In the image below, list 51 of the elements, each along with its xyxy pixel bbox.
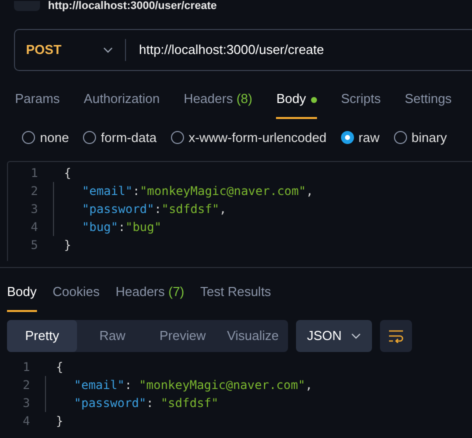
format-dropdown[interactable]: JSON xyxy=(296,320,372,352)
view-mode-tab[interactable]: Raw xyxy=(77,320,148,352)
radio-option[interactable]: binary xyxy=(394,128,447,147)
radio-option[interactable]: x-www-form-urlencoded xyxy=(170,128,327,147)
radio-button[interactable] xyxy=(22,130,35,144)
tab[interactable]: Cookies xyxy=(52,280,100,312)
tab[interactable]: Test Results xyxy=(200,280,272,312)
radio-option[interactable]: raw xyxy=(340,128,380,147)
wrap-button[interactable] xyxy=(380,320,412,352)
tab[interactable]: Settings xyxy=(404,87,452,118)
line-number: 3 xyxy=(30,201,39,218)
tab[interactable]: Authorization xyxy=(84,87,160,118)
radio-option[interactable]: form-data xyxy=(82,128,157,147)
view-mode-tab[interactable]: Visualize xyxy=(218,320,288,352)
code-line: "bug":"bug" xyxy=(81,219,162,236)
radio-option[interactable]: none xyxy=(22,128,69,147)
radio-button[interactable] xyxy=(394,130,406,144)
radio-button[interactable] xyxy=(82,130,96,144)
line-number: 1 xyxy=(22,358,31,376)
line-number: 2 xyxy=(22,376,31,394)
url-bar[interactable]: POST http://localhost:3000/user/create xyxy=(14,29,472,71)
radio-button[interactable] xyxy=(170,130,184,144)
method-dropdown[interactable]: POST xyxy=(15,40,125,60)
tab[interactable]: Body xyxy=(7,280,37,312)
tab[interactable]: Headers (7) xyxy=(116,280,184,312)
code-line: "email":"monkeyMagic@naver.com", xyxy=(81,183,314,200)
code-line: { xyxy=(64,165,72,182)
line-number: 4 xyxy=(30,219,39,236)
code-line: } xyxy=(64,237,72,254)
line-number: 5 xyxy=(30,237,39,254)
line-number: 3 xyxy=(22,394,31,412)
code-line: "email": "monkeyMagic@naver.com", xyxy=(73,376,312,394)
chevron-down-icon xyxy=(351,332,361,338)
request-editor[interactable]: 1 { 2 "email":"monkeyMagic@naver.com", 3 "password":"sdfdsf", 4 "bug":"bug" 5 } xyxy=(7,161,472,261)
tab[interactable]: Scripts xyxy=(340,87,381,118)
wrap-lines-icon xyxy=(388,328,404,342)
window-title: http://localhost:3000/user/create xyxy=(48,0,217,12)
line-number: 2 xyxy=(30,183,39,200)
tab[interactable]: Headers (8) xyxy=(184,87,252,118)
line-number: 4 xyxy=(22,412,31,430)
tab[interactable]: Body xyxy=(276,87,317,118)
line-number: 1 xyxy=(30,165,39,182)
code-line: "password": "sdfdsf" xyxy=(73,394,218,412)
code-line: "password":"sdfdsf", xyxy=(81,201,227,218)
radio-button[interactable] xyxy=(340,130,354,144)
tab[interactable]: Params xyxy=(15,87,60,118)
view-mode-tab[interactable]: Pretty xyxy=(7,320,78,352)
code-line: { xyxy=(56,358,64,376)
chevron-down-icon xyxy=(103,47,113,53)
view-mode-tab[interactable]: Preview xyxy=(148,320,218,352)
code-line: } xyxy=(56,412,64,430)
